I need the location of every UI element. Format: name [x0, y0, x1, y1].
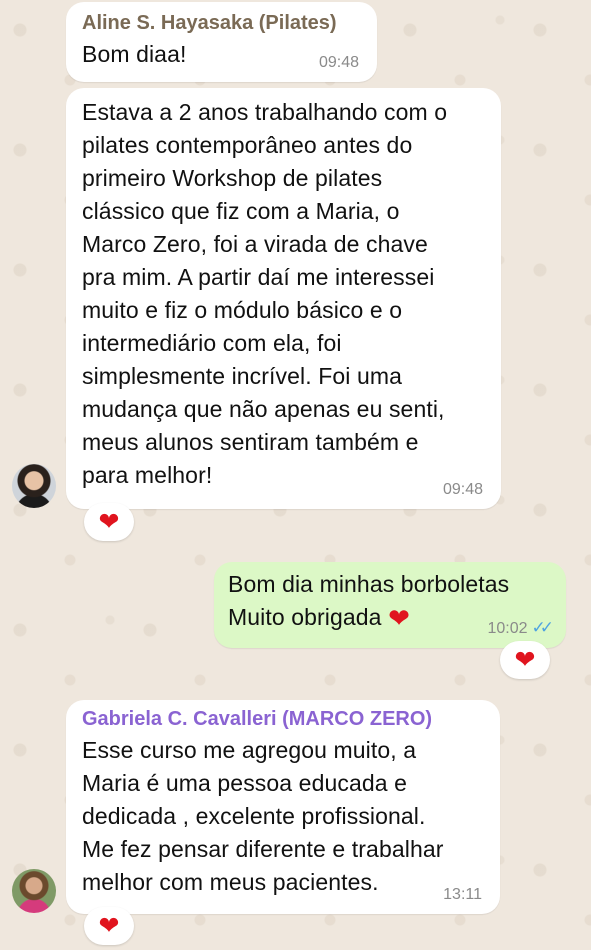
message-time: 13:11 — [443, 886, 482, 903]
heart-icon: ❤ — [388, 603, 410, 633]
message-time: 09:48 — [318, 54, 359, 71]
message-text-content: Bom dia minhas borboletas Muito obrigada — [228, 571, 510, 630]
message-time: 10:02 — [487, 620, 528, 637]
sender-name[interactable]: Aline S. Hayasaka (Pilates) — [82, 10, 361, 36]
message-time: 09:48 — [442, 481, 483, 498]
message-bubble-4[interactable]: Gabriela C. Cavalleri (MARCO ZERO) Esse … — [66, 700, 500, 914]
avatar[interactable] — [12, 869, 56, 913]
message-bubble-2[interactable]: Estava a 2 anos trabalhando com o pilate… — [66, 88, 501, 509]
sender-name[interactable]: Gabriela C. Cavalleri (MARCO ZERO) — [82, 706, 484, 732]
message-text: Esse curso me agregou muito, a Maria é u… — [82, 737, 444, 895]
double-check-icon: ✓✓ — [531, 618, 554, 637]
reaction-heart-icon[interactable]: ❤ — [84, 907, 134, 945]
message-bubble-1[interactable]: Aline S. Hayasaka (Pilates) Bom diaa! 09… — [66, 2, 377, 82]
reaction-heart-icon[interactable]: ❤ — [84, 503, 134, 541]
message-text: Estava a 2 anos trabalhando com o pilate… — [82, 99, 448, 488]
reaction-heart-icon[interactable]: ❤ — [500, 641, 550, 679]
message-status: 10:02 ✓✓ — [487, 618, 554, 638]
avatar[interactable] — [12, 464, 56, 508]
message-bubble-3[interactable]: Bom dia minhas borboletas Muito obrigada… — [214, 562, 566, 648]
